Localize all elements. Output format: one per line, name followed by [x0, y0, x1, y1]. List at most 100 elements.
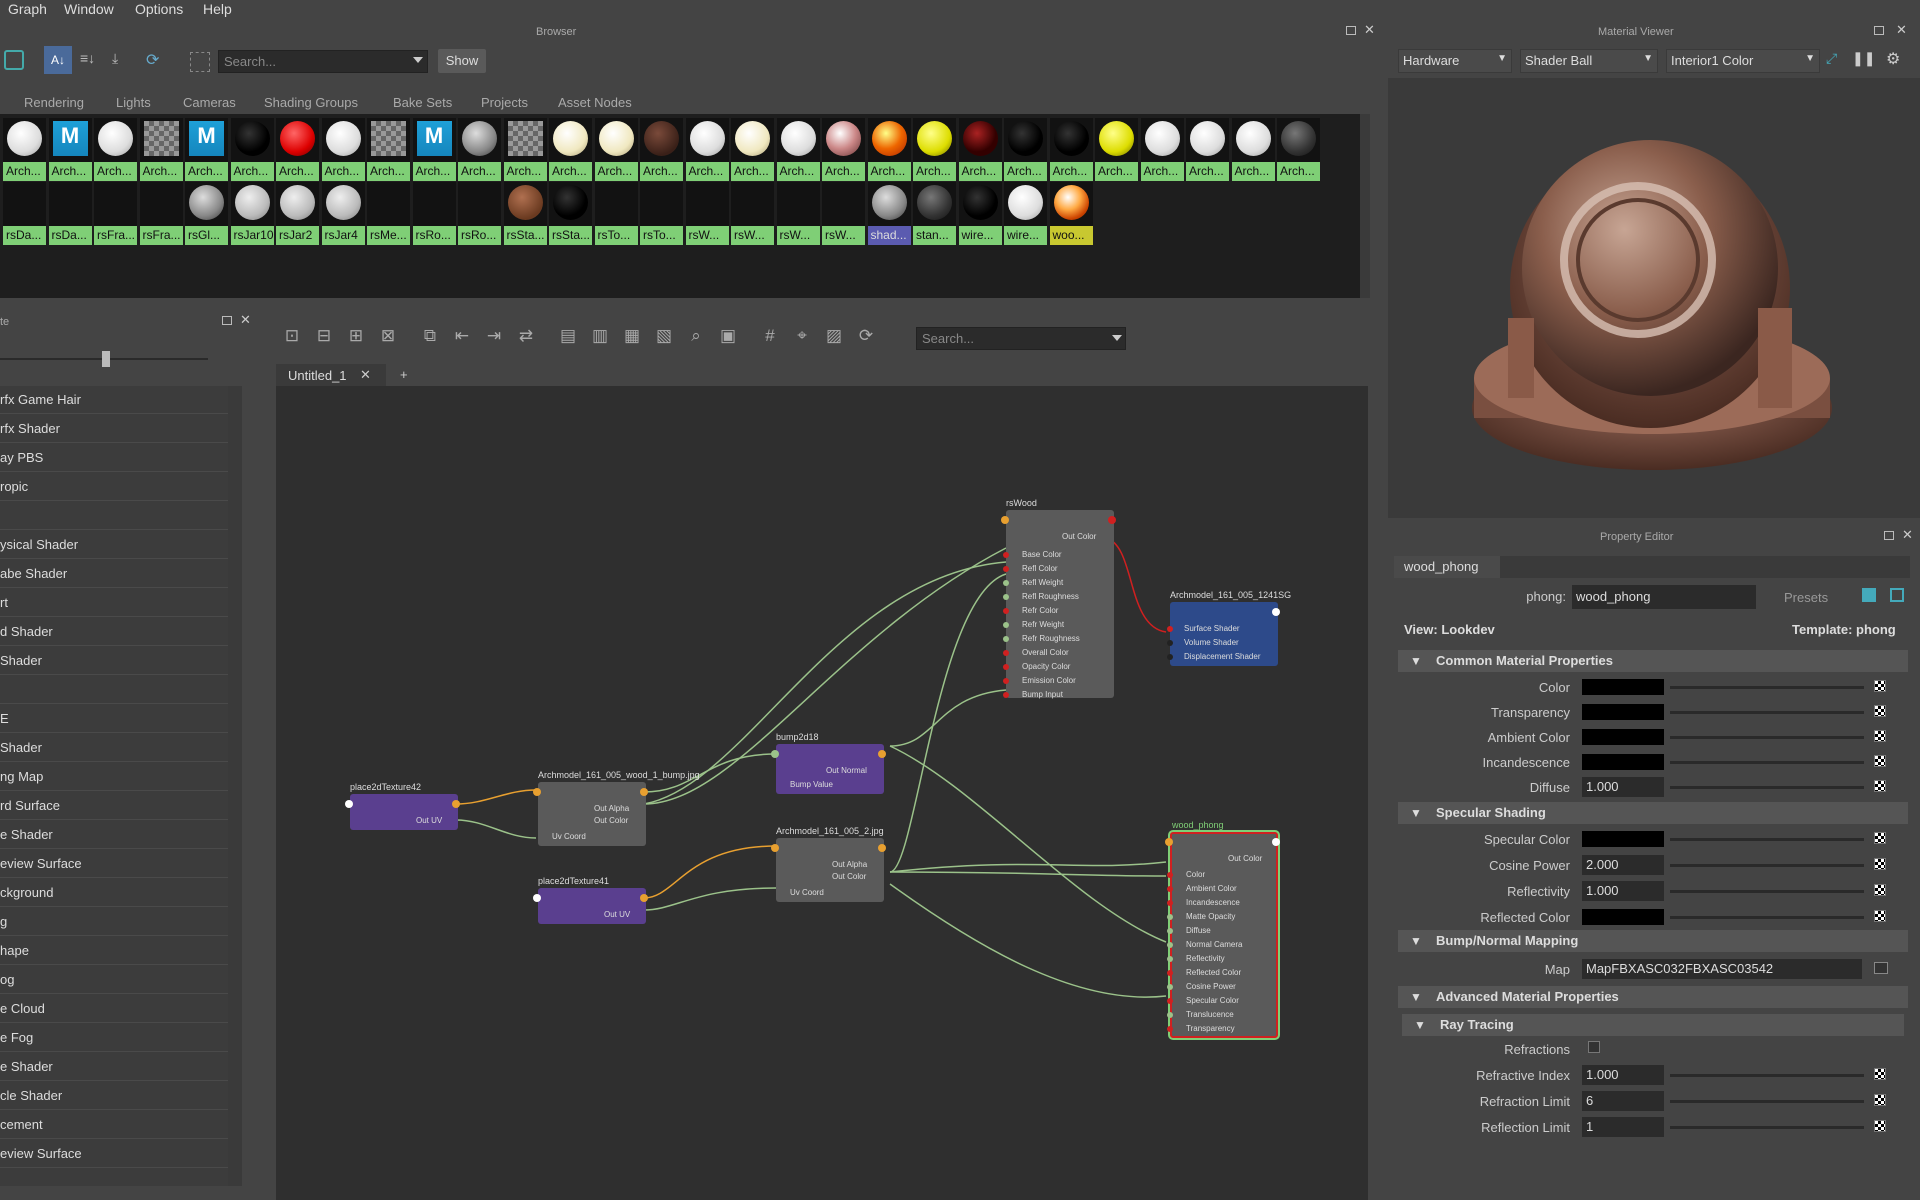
list-item[interactable]: Shader — [0, 734, 228, 762]
material-swatch[interactable]: rsW... — [776, 182, 820, 245]
select-icon[interactable] — [190, 52, 210, 72]
port-dot[interactable] — [640, 788, 648, 796]
material-swatch[interactable]: rsJar4 — [321, 182, 365, 245]
map-button-icon[interactable] — [1874, 680, 1886, 692]
tab-projects[interactable]: Projects — [481, 95, 528, 110]
list-item[interactable]: Shader — [0, 647, 228, 675]
material-swatch[interactable]: Arch... — [776, 118, 820, 181]
port-dot[interactable] — [1167, 654, 1173, 660]
float-panel-icon[interactable] — [1884, 531, 1894, 540]
list-item[interactable]: cement — [0, 1111, 228, 1139]
material-swatch[interactable]: Arch... — [321, 118, 365, 181]
port-dot[interactable] — [1165, 838, 1173, 846]
property-slider[interactable] — [1670, 1074, 1864, 1077]
sort-time-icon[interactable]: ⤓ — [112, 50, 132, 70]
material-swatch[interactable]: Arch... — [731, 118, 774, 181]
section-bump[interactable]: ▼ Bump/Normal Mapping — [1398, 930, 1908, 952]
node-name-field[interactable]: wood_phong — [1572, 585, 1756, 609]
port-dot[interactable] — [1167, 970, 1173, 976]
port-dot[interactable] — [1272, 838, 1280, 846]
port-dot[interactable] — [1167, 984, 1173, 990]
material-swatch[interactable]: rsGl... — [185, 182, 228, 245]
float-panel-icon[interactable] — [1346, 26, 1356, 35]
material-swatch[interactable]: Arch... — [1049, 118, 1093, 181]
property-value-field[interactable]: 6 — [1582, 1091, 1664, 1111]
map-button-icon[interactable] — [1874, 780, 1886, 792]
color-swatch[interactable] — [1582, 704, 1664, 720]
port-dot[interactable] — [345, 800, 353, 808]
material-swatch[interactable]: woo... — [1049, 182, 1093, 245]
presets-button[interactable]: Presets — [1784, 590, 1828, 605]
list-item[interactable]: g — [0, 908, 228, 936]
chevron-down-icon[interactable] — [413, 57, 423, 63]
material-swatch[interactable]: rsSta... — [503, 182, 547, 245]
list-item[interactable]: ropic — [0, 473, 228, 501]
float-panel-icon[interactable] — [1874, 26, 1884, 35]
graph-upstream-icon[interactable]: ⇤ — [452, 326, 472, 346]
material-swatch[interactable]: rsW... — [685, 182, 729, 245]
material-swatch[interactable]: Arch... — [867, 118, 911, 181]
port-dot[interactable] — [1003, 608, 1009, 614]
show-button[interactable]: Show — [438, 49, 486, 73]
port-dot[interactable] — [1167, 956, 1173, 962]
port-dot[interactable] — [1167, 914, 1173, 920]
material-swatch[interactable]: Arch... — [913, 118, 956, 181]
graph-tab[interactable]: Untitled_1 ✕ — [276, 364, 386, 386]
material-swatch[interactable]: shad... — [867, 182, 911, 245]
simple-view-icon[interactable]: ▤ — [558, 326, 578, 346]
list-item[interactable]: abe Shader — [0, 560, 228, 588]
material-swatch[interactable]: rsRo... — [412, 182, 456, 245]
material-swatch[interactable]: M Arch... — [185, 118, 228, 181]
material-swatch[interactable]: rsTo... — [640, 182, 683, 245]
property-slider[interactable] — [1670, 864, 1864, 867]
port-dot[interactable] — [1167, 998, 1173, 1004]
close-icon[interactable]: ✕ — [240, 312, 251, 328]
section-specular[interactable]: ▼ Specular Shading — [1398, 802, 1908, 824]
material-swatch[interactable]: Arch... — [1095, 118, 1138, 181]
port-dot[interactable] — [533, 894, 541, 902]
color-swatch[interactable] — [1582, 831, 1664, 847]
refresh-icon[interactable]: ⟳ — [146, 50, 166, 70]
property-value-field[interactable]: 2.000 — [1582, 855, 1664, 875]
tab-cameras[interactable]: Cameras — [183, 95, 236, 110]
port-dot[interactable] — [1167, 872, 1173, 878]
map-field[interactable]: MapFBXASC032FBXASC03542 — [1582, 959, 1862, 979]
map-button-icon[interactable] — [1874, 730, 1886, 742]
float-panel-icon[interactable] — [222, 316, 232, 325]
material-swatch[interactable]: rsW... — [731, 182, 774, 245]
copy-tab-icon[interactable] — [1890, 588, 1904, 602]
map-button-icon[interactable] — [1874, 705, 1886, 717]
color-swatch[interactable] — [1582, 679, 1664, 695]
material-swatch[interactable]: stan... — [913, 182, 956, 245]
list-item[interactable] — [0, 502, 228, 530]
property-value-field[interactable]: 1.000 — [1582, 777, 1664, 797]
clear-graph-icon[interactable]: ⇄ — [516, 326, 536, 346]
material-swatch[interactable]: Arch... — [503, 118, 547, 181]
color-swatch[interactable] — [1582, 754, 1664, 770]
list-item[interactable]: d Shader — [0, 618, 228, 646]
tab-bake-sets[interactable]: Bake Sets — [393, 95, 452, 110]
property-slider[interactable] — [1670, 711, 1864, 714]
screenshot-icon[interactable]: ▣ — [718, 326, 738, 346]
frame-selection-icon[interactable]: ⊟ — [314, 326, 334, 346]
material-swatch[interactable]: Arch... — [594, 118, 638, 181]
menu-window[interactable]: Window — [64, 1, 114, 17]
connected-view-icon[interactable]: ▥ — [590, 326, 610, 346]
sort-az-icon[interactable]: A↓ — [44, 46, 72, 74]
property-slider[interactable] — [1670, 786, 1864, 789]
port-dot[interactable] — [452, 800, 460, 808]
port-dot[interactable] — [1167, 1012, 1173, 1018]
property-slider[interactable] — [1670, 736, 1864, 739]
port-dot[interactable] — [771, 750, 779, 758]
snap-icon[interactable]: ⌖ — [792, 326, 812, 346]
list-item[interactable]: eview Surface — [0, 1140, 228, 1168]
port-dot[interactable] — [640, 894, 648, 902]
map-button-icon[interactable] — [1874, 884, 1886, 896]
sort-type-icon[interactable]: ≡↓ — [80, 50, 100, 70]
list-item[interactable] — [0, 676, 228, 704]
section-common[interactable]: ▼ Common Material Properties — [1398, 650, 1908, 672]
material-swatch[interactable]: wire... — [958, 182, 1002, 245]
menu-graph[interactable]: Graph — [8, 1, 47, 17]
list-item[interactable]: eview Surface — [0, 850, 228, 878]
layout-icon[interactable]: ▨ — [824, 326, 844, 346]
